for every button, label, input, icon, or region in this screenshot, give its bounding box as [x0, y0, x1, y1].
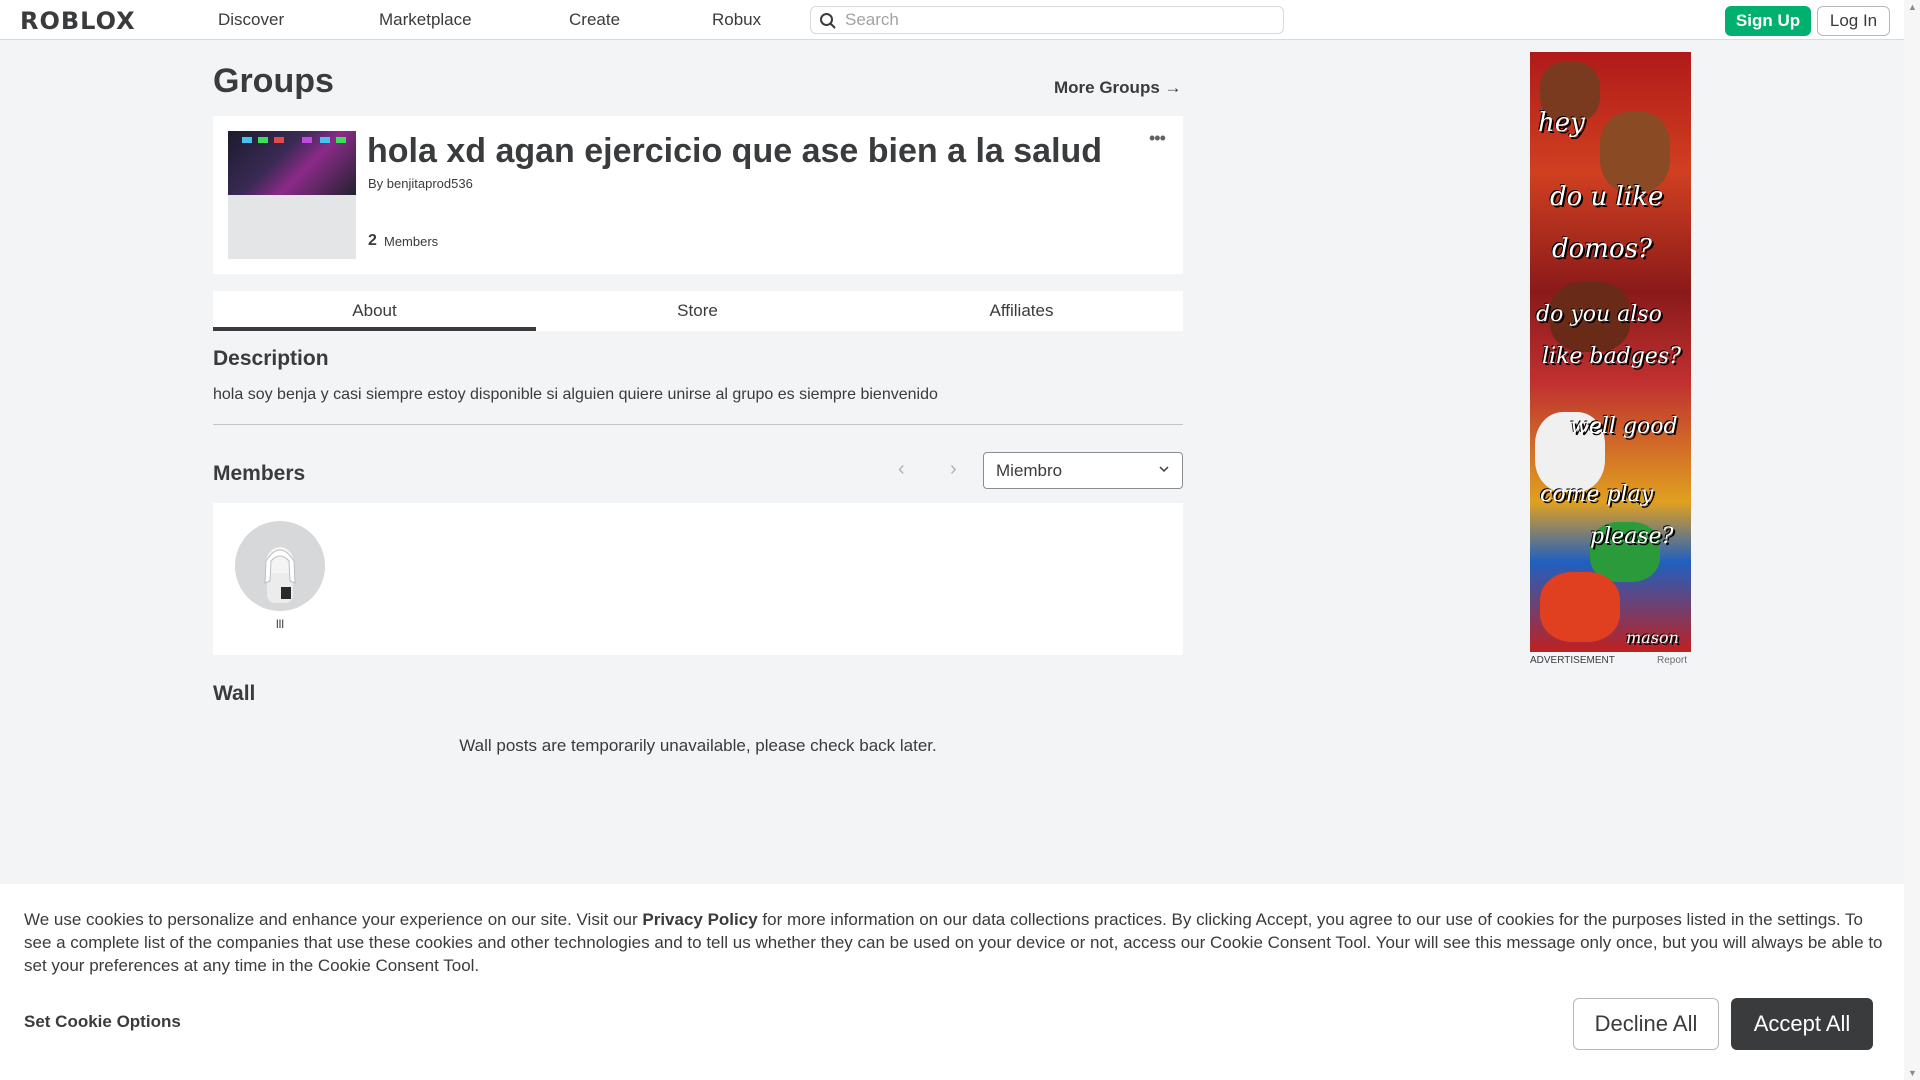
page-scrollbar[interactable]: ▲ ▼ [1904, 0, 1920, 1080]
member-avatar[interactable] [235, 521, 325, 611]
group-name: hola xd agan ejercicio que ase bien a la… [367, 132, 1103, 170]
members-list: lll [213, 503, 1183, 655]
tab-affiliates[interactable]: Affiliates [860, 291, 1183, 331]
sign-up-button[interactable]: Sign Up [1725, 6, 1811, 36]
member-count-label: Members [384, 234, 439, 249]
decline-all-button[interactable]: Decline All [1573, 998, 1719, 1050]
members-heading: Members [213, 462, 306, 485]
group-owner-link[interactable]: benjitaprod536 [387, 176, 473, 191]
scroll-up-icon[interactable]: ▲ [1908, 2, 1917, 12]
role-dropdown[interactable]: Miembro [983, 452, 1183, 489]
ad-line: like badges? [1542, 344, 1681, 369]
tab-store[interactable]: Store [536, 291, 859, 331]
group-owner-line: By benjitaprod536 [368, 176, 473, 191]
description-heading: Description [213, 347, 329, 370]
accept-all-button[interactable]: Accept All [1731, 998, 1873, 1050]
ad-line: mason [1626, 628, 1679, 647]
search-icon [820, 13, 836, 29]
group-header-card: hola xd agan ejercicio que ase bien a la… [213, 116, 1183, 274]
report-ad-link[interactable]: Report [1657, 655, 1687, 666]
cookie-consent-banner: We use cookies to personalize and enhanc… [0, 884, 1904, 1080]
wall-unavailable-message: Wall posts are temporarily unavailable, … [459, 736, 937, 755]
ad-line: well good [1570, 414, 1678, 439]
next-page-icon[interactable]: › [950, 458, 957, 481]
more-groups-link[interactable]: More Groups → [1054, 78, 1182, 98]
search-box[interactable] [810, 6, 1284, 34]
ad-line: domos? [1552, 234, 1652, 264]
roblox-logo[interactable]: ROBLOX [20, 7, 136, 35]
group-tabs: About Store Affiliates [213, 291, 1183, 331]
cookie-consent-text: We use cookies to personalize and enhanc… [24, 908, 1888, 977]
cookie-text-part: We use cookies to personalize and enhanc… [24, 910, 643, 929]
set-cookie-options-link[interactable]: Set Cookie Options [24, 1012, 181, 1032]
ad-line: do u like [1550, 182, 1664, 212]
description-text: hola soy benja y casi siempre estoy disp… [213, 386, 938, 403]
section-divider [213, 424, 1183, 425]
ad-line: hey [1538, 108, 1585, 138]
ad-line: come play [1540, 482, 1654, 507]
ad-line: do you also [1536, 302, 1662, 327]
log-in-button[interactable]: Log In [1817, 6, 1890, 36]
ad-line: please? [1590, 524, 1674, 549]
member-count: 2 [368, 232, 377, 249]
privacy-policy-link[interactable]: Privacy Policy [642, 910, 757, 929]
nav-create[interactable]: Create [569, 10, 620, 30]
role-dropdown-value: Miembro [996, 461, 1063, 480]
avatar-image [235, 521, 325, 611]
member-name[interactable]: lll [235, 617, 325, 631]
by-prefix: By [368, 176, 384, 191]
top-navigation-bar: ROBLOX Discover Marketplace Create Robux… [0, 0, 1920, 40]
advertisement-label: ADVERTISEMENT [1530, 655, 1615, 666]
page-title: Groups [213, 62, 334, 100]
search-input[interactable] [845, 9, 1275, 31]
previous-page-icon[interactable]: ‹ [898, 458, 905, 481]
advertisement-banner[interactable]: hey do u like domos? do you also like ba… [1530, 52, 1691, 652]
group-emblem-image [228, 131, 356, 195]
nav-marketplace[interactable]: Marketplace [379, 10, 472, 30]
scroll-down-icon[interactable]: ▼ [1908, 1068, 1917, 1078]
nav-discover[interactable]: Discover [218, 10, 284, 30]
more-options-icon[interactable]: ••• [1149, 128, 1166, 149]
tab-about[interactable]: About [213, 291, 536, 331]
group-thumbnail [228, 131, 356, 259]
chevron-down-icon [1159, 466, 1169, 473]
nav-robux[interactable]: Robux [712, 10, 761, 30]
wall-heading: Wall [213, 682, 256, 705]
